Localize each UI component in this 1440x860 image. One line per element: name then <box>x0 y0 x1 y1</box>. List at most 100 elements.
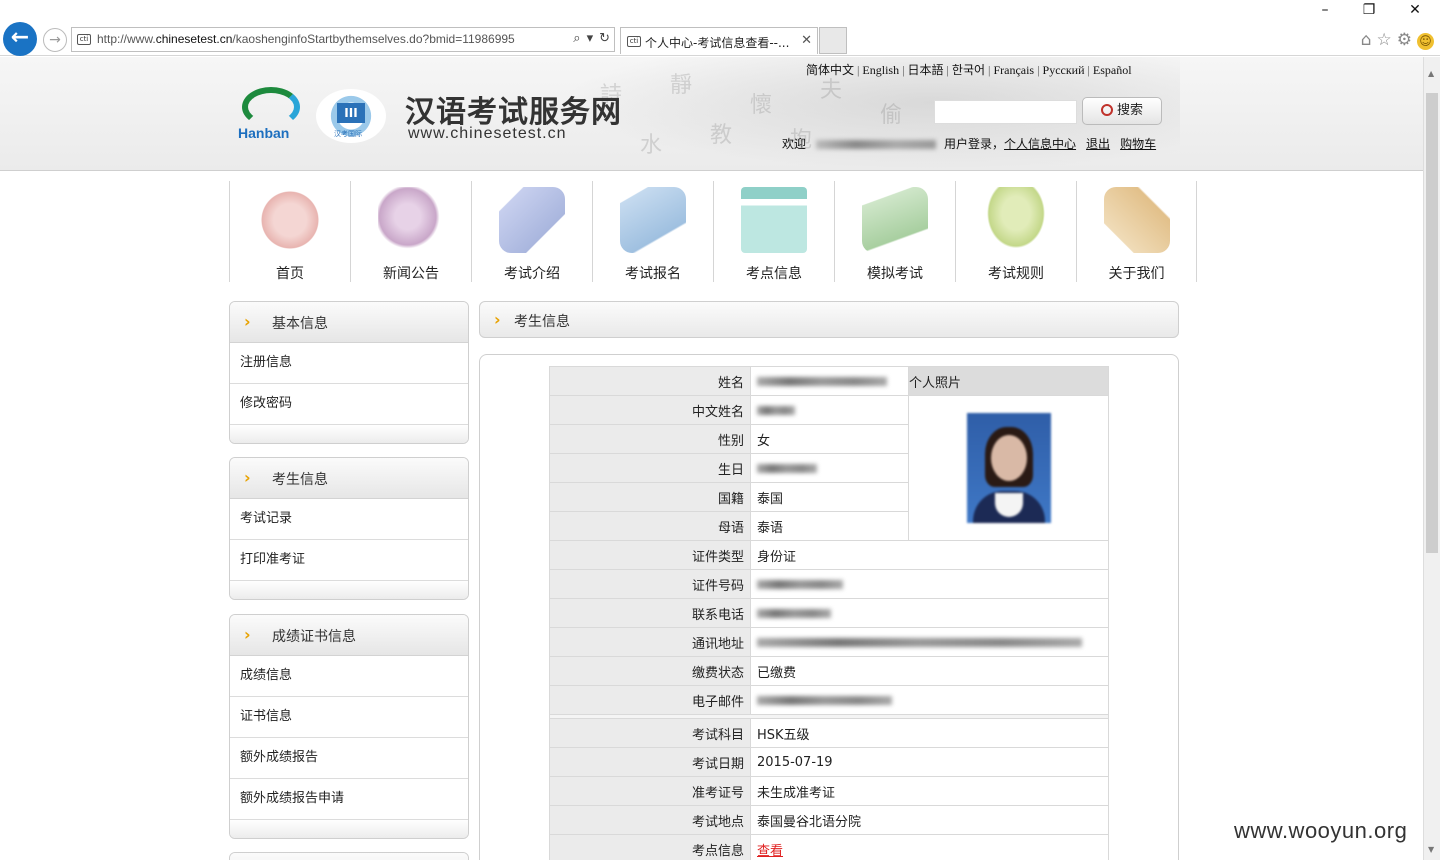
search-button[interactable]: 搜索 <box>1082 97 1162 125</box>
sidebar-item-print-admission[interactable]: 打印准考证 <box>230 540 468 581</box>
tab-title: 个人中心-考试信息查看--... <box>645 36 790 50</box>
chevron-right-icon: › <box>244 312 251 331</box>
panel-candidate-info: › 考生信息 考试记录 打印准考证 <box>229 457 469 600</box>
candidate-photo <box>966 413 1051 523</box>
gear-icon[interactable]: ⚙ <box>1397 30 1417 50</box>
table-row: 通讯地址 <box>549 627 1109 657</box>
site-favicon-icon: cti <box>77 34 91 45</box>
lang-en[interactable]: English <box>862 63 899 77</box>
scroll-up-icon[interactable]: ▲ <box>1428 69 1434 78</box>
nav-registration[interactable]: 考试报名 <box>592 181 713 282</box>
address-url[interactable]: http://www.chinesetest.cn/kaoshenginfoSt… <box>97 32 515 46</box>
close-tab-icon[interactable]: ✕ <box>801 33 812 48</box>
close-window-button[interactable]: ✕ <box>1392 0 1438 20</box>
gate-nav-icon <box>741 187 807 253</box>
nav-about[interactable]: 关于我们 <box>1076 181 1197 282</box>
user-bar: 欢迎 用户登录，个人信息中心 退出 购物车 <box>782 135 1156 152</box>
nav-rules[interactable]: 考试规则 <box>955 181 1076 282</box>
panel-title: 基本信息 <box>272 316 328 332</box>
news-nav-icon <box>378 187 444 253</box>
table-row: 证件号码 <box>549 569 1109 599</box>
nav-news[interactable]: 新闻公告 <box>350 181 471 282</box>
chevron-right-icon: › <box>494 310 501 329</box>
chevron-right-icon: › <box>244 625 251 644</box>
sidebar-item-exam-records[interactable]: 考试记录 <box>230 499 468 540</box>
panel-more <box>229 852 469 860</box>
tab-favicon-icon: cti <box>627 36 641 47</box>
language-switcher: 简体中文 | English | 日本語 | 한국어 | Français | Русский | Es… <box>806 63 1132 77</box>
dropdown-icon[interactable]: ▾ <box>587 31 594 46</box>
table-row: 准考证号 未生成准考证 <box>549 776 1109 806</box>
sidebar-item-extra-score-report[interactable]: 额外成绩报告 <box>230 738 468 779</box>
lang-ru[interactable]: Русский <box>1043 63 1085 77</box>
lang-fr[interactable]: Français <box>993 63 1034 77</box>
forward-arrow-icon[interactable]: → <box>43 28 67 52</box>
watermark: www.wooyun.org <box>1234 818 1408 843</box>
user-login-link[interactable]: 用户登录， <box>944 137 1004 151</box>
lang-es[interactable]: Español <box>1093 63 1132 77</box>
browser-chrome: – ❐ ✕ ← → cti http://www.chinesetest.cn/… <box>0 0 1440 56</box>
nav-mock-test[interactable]: 模拟考试 <box>834 181 955 282</box>
scroll-down-icon[interactable]: ▼ <box>1428 845 1434 854</box>
home-nav-icon <box>257 187 323 253</box>
redacted-name <box>757 376 887 386</box>
star-icon[interactable]: ☆ <box>1377 30 1397 50</box>
hanban-logo[interactable]: Hanban <box>238 87 310 143</box>
lang-ko[interactable]: 한국어 <box>952 63 985 77</box>
main-title: 考生信息 <box>514 314 570 330</box>
back-arrow-icon[interactable]: ← <box>3 22 37 56</box>
table-row: 电子邮件 <box>549 685 1109 715</box>
table-row: 缴费状态 已缴费 <box>549 656 1109 686</box>
home-icon[interactable]: ⌂ <box>1361 30 1377 50</box>
photo-label: 个人照片 <box>908 366 1109 396</box>
search-icon[interactable]: ⌕ <box>573 31 580 46</box>
nav-home[interactable]: 首页 <box>229 181 350 282</box>
chinese-testing-logo[interactable]: III 汉考国际 <box>316 89 386 143</box>
sidebar-item-certificates[interactable]: 证书信息 <box>230 697 468 738</box>
address-bar[interactable]: cti http://www.chinesetest.cn/kaoshengin… <box>71 27 615 52</box>
cart-link[interactable]: 购物车 <box>1120 137 1156 151</box>
logout-link[interactable]: 退出 <box>1086 137 1110 151</box>
main-nav: 首页 新闻公告 考试介绍 考试报名 考点信息 模拟考试 考试规则 关于我们 <box>229 181 1197 282</box>
photo-cell <box>908 395 1109 541</box>
sidebar-item-scores[interactable]: 成绩信息 <box>230 656 468 697</box>
new-tab-button[interactable] <box>819 27 847 54</box>
redacted-phone <box>757 608 831 618</box>
candidate-info-table: 姓名 个人照片 中文姓名 性别 女 生日 国籍 泰国 母语 泰语 证件类型 身份… <box>549 366 1109 860</box>
panel-title: 成绩证书信息 <box>272 629 356 645</box>
search-icon <box>1100 104 1113 116</box>
table-row: 联系电话 <box>549 598 1109 628</box>
lang-zh[interactable]: 简体中文 <box>806 63 854 77</box>
view-test-center-link[interactable]: 查看 <box>757 844 783 859</box>
page-viewport: 詩靜懷 夫偷教 水抱 Hanban III 汉考国际 汉语考试服务网 www.c… <box>0 57 1423 860</box>
table-row: 考试日期 2015-07-19 <box>549 747 1109 777</box>
table-row: 证件类型 身份证 <box>549 540 1109 570</box>
lang-ja[interactable]: 日本語 <box>908 63 944 77</box>
vertical-scrollbar[interactable]: ▲ ▼ <box>1423 57 1440 860</box>
redacted-email <box>757 695 892 705</box>
redacted-birthday <box>757 463 817 473</box>
site-search-input[interactable] <box>934 100 1077 124</box>
welcome-text: 欢迎 <box>782 137 807 151</box>
brush-nav-icon <box>862 187 928 253</box>
sidebar-item-change-password[interactable]: 修改密码 <box>230 384 468 425</box>
table-row: 考试科目 HSK五级 <box>549 718 1109 748</box>
panel-score-certificate: › 成绩证书信息 成绩信息 证书信息 额外成绩报告 额外成绩报告申请 <box>229 614 469 839</box>
chevron-right-icon: › <box>244 468 251 487</box>
redacted-id-number <box>757 579 843 589</box>
site-url: www.chinesetest.cn <box>408 125 567 142</box>
nav-exam-intro[interactable]: 考试介绍 <box>471 181 592 282</box>
table-row: 姓名 个人照片 <box>549 366 1109 396</box>
sidebar-item-registration-info[interactable]: 注册信息 <box>230 343 468 384</box>
main-section-header: › 考生信息 <box>479 301 1179 338</box>
smiley-icon[interactable]: ☺ <box>1417 33 1434 50</box>
minimize-button[interactable]: – <box>1302 0 1348 20</box>
restore-button[interactable]: ❐ <box>1346 0 1392 20</box>
scrollbar-thumb[interactable] <box>1426 93 1438 553</box>
refresh-icon[interactable]: ↻ <box>599 31 610 46</box>
seal-nav-icon <box>1103 187 1170 253</box>
nav-test-centers[interactable]: 考点信息 <box>713 181 834 282</box>
personal-center-link[interactable]: 个人信息中心 <box>1004 137 1076 151</box>
sidebar-item-extra-report-apply[interactable]: 额外成绩报告申请 <box>230 779 468 820</box>
browser-tab[interactable]: cti 个人中心-考试信息查看--... ✕ <box>620 27 818 54</box>
